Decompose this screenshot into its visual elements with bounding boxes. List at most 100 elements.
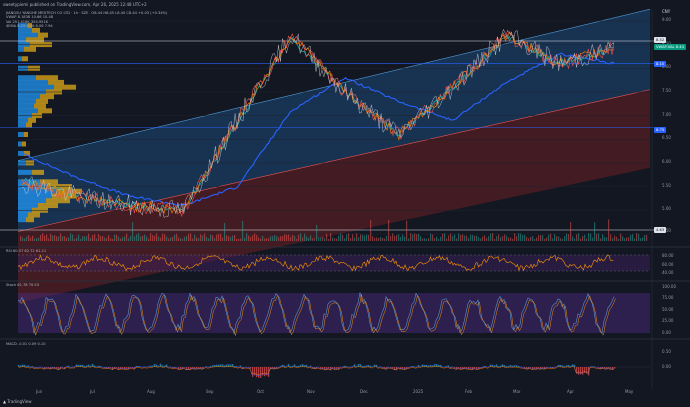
volume-bar: [546, 237, 548, 241]
volume-bar: [68, 237, 70, 241]
volume-bar: [410, 233, 412, 241]
volume-bar: [168, 238, 170, 241]
price-badge-level-lower: 6.75: [654, 127, 667, 133]
volume-bar: [496, 236, 498, 241]
volume-bar: [588, 233, 590, 241]
footer-brand[interactable]: ▲ TradingView: [0, 397, 690, 407]
volume-bar: [594, 222, 596, 241]
volume-bar: [460, 234, 462, 241]
volume-bar: [36, 238, 38, 241]
price-tick: 5.50: [662, 183, 671, 188]
volume-bar: [516, 236, 518, 241]
volume-profile-bar: [28, 212, 40, 218]
volume-bar: [390, 235, 392, 241]
volume-bar: [328, 238, 330, 241]
volume-bar: [180, 238, 182, 241]
volume-bar: [340, 233, 342, 241]
volume-bar: [118, 236, 120, 241]
volume-profile-bar: [36, 98, 48, 104]
volume-bar: [194, 234, 196, 241]
volume-bar: [604, 236, 606, 241]
macd-histogram-bar: [252, 367, 254, 377]
volume-bar: [570, 221, 572, 241]
volume-bar: [568, 234, 570, 241]
volume-bar: [374, 238, 376, 241]
volume-bar: [280, 236, 282, 241]
volume-bar: [190, 233, 192, 241]
volume-bar: [226, 235, 228, 241]
volume-bar: [64, 236, 66, 241]
macd-histogram-bar: [578, 367, 580, 375]
volume-bar: [30, 237, 32, 241]
volume-bar: [270, 236, 272, 241]
macd-histogram-bar: [582, 367, 584, 375]
volume-profile-bar: [18, 150, 24, 156]
volume-bar: [248, 235, 250, 241]
volume-bar: [572, 236, 574, 241]
volume-bar: [436, 236, 438, 241]
stoch-tick: 100.00: [662, 284, 676, 289]
volume-bar: [482, 236, 484, 241]
tradingview-logo-icon: ▲: [3, 399, 7, 404]
volume-bar: [526, 236, 528, 241]
volume-bar: [310, 235, 312, 241]
volume-bar: [610, 234, 612, 241]
volume-bar: [254, 233, 256, 241]
volume-bar: [362, 234, 364, 241]
rsi-pane: [17, 254, 650, 272]
volume-bar: [402, 234, 404, 241]
volume-bar: [74, 238, 76, 241]
volume-bar: [100, 236, 102, 241]
volume-bar: [246, 233, 248, 241]
volume-bar: [104, 237, 106, 241]
volume-bar: [58, 236, 60, 241]
volume-bar: [142, 235, 144, 241]
volume-bar: [344, 238, 346, 241]
volume-bar: [372, 236, 374, 241]
volume-bar: [506, 235, 508, 241]
volume-bar: [166, 236, 168, 241]
volume-bar: [264, 238, 266, 241]
volume-bar: [382, 237, 384, 241]
volume-bar: [356, 233, 358, 241]
volume-bar: [552, 238, 554, 241]
volume-bar: [614, 235, 616, 241]
volume-profile-bar: [18, 198, 46, 204]
volume-bar: [24, 238, 26, 241]
volume-bar: [150, 233, 152, 241]
volume-bar: [232, 235, 234, 241]
volume-bar: [296, 238, 298, 241]
volume-bar: [188, 233, 190, 241]
macd-histogram-bar: [264, 367, 266, 377]
volume-bar: [376, 237, 378, 241]
volume-bar: [386, 235, 388, 241]
volume-bar: [220, 233, 222, 241]
volume-bar: [122, 237, 124, 241]
volume-bar: [290, 237, 292, 241]
volume-bar: [446, 238, 448, 241]
volume-bar: [520, 233, 522, 241]
volume-bar: [430, 233, 432, 241]
volume-bar: [292, 234, 294, 241]
volume-bar: [108, 235, 110, 241]
volume-bar: [96, 238, 98, 241]
volume-bar: [228, 236, 230, 241]
macd-tick: 0.50: [662, 349, 671, 354]
volume-bar: [84, 236, 86, 241]
publish-header: sweetypiemi published on TradingView.com…: [0, 0, 690, 9]
volume-bar: [342, 235, 344, 241]
volume-profile-bar: [34, 103, 46, 109]
volume-bar: [602, 234, 604, 241]
volume-bar: [214, 238, 216, 241]
volume-bar: [626, 237, 628, 241]
volume-bar: [408, 238, 410, 241]
volume-bar: [642, 237, 644, 241]
chart-frame[interactable]: [0, 8, 690, 397]
volume-bar: [450, 233, 452, 241]
volume-bar: [240, 238, 242, 241]
volume-bar: [256, 234, 258, 241]
chart-svg[interactable]: [0, 8, 690, 397]
volume-bar: [162, 233, 164, 241]
volume-bar: [94, 234, 96, 241]
volume-profile-bar: [22, 56, 28, 62]
